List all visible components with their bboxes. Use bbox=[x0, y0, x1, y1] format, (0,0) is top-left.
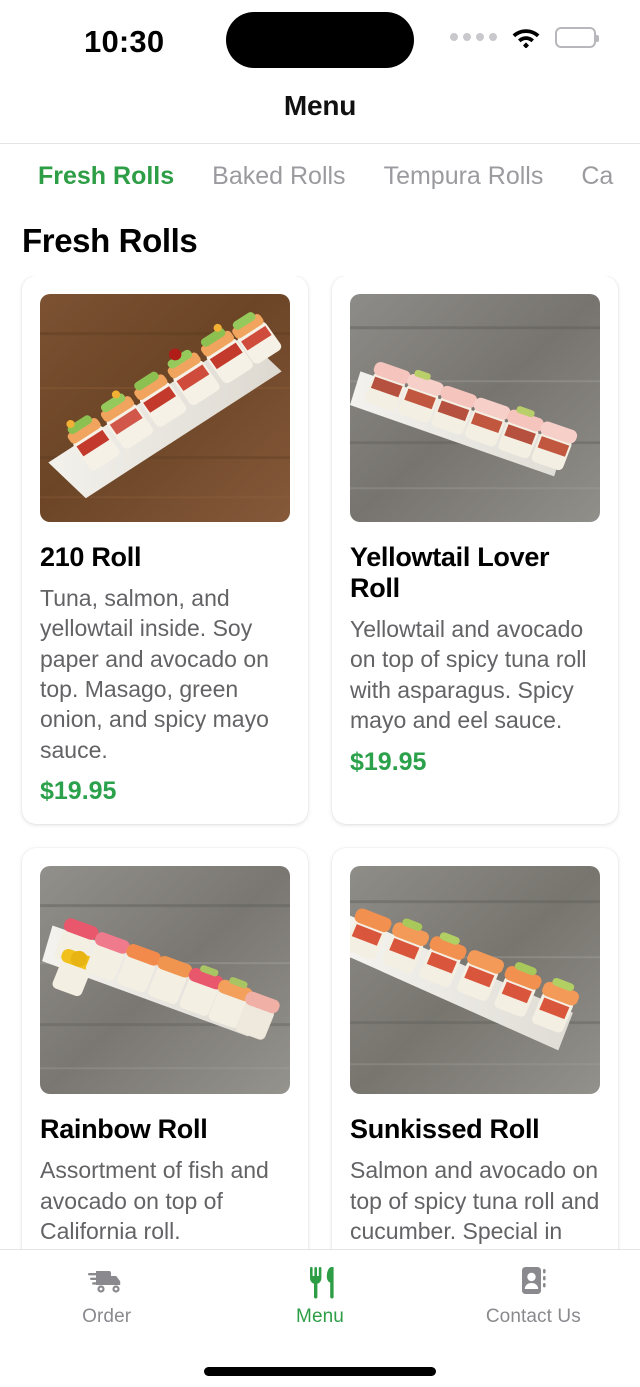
signal-dots-icon bbox=[450, 33, 497, 41]
tab-contact-us[interactable]: Contact Us bbox=[427, 1264, 640, 1328]
category-tab-california-rolls[interactable]: Ca bbox=[581, 162, 613, 191]
contact-card-icon bbox=[522, 1267, 546, 1294]
battery-full-icon bbox=[555, 26, 599, 48]
menu-item-name: 210 Roll bbox=[40, 542, 142, 572]
bottom-tab-bar: Order Menu Contact Us bbox=[0, 1249, 640, 1355]
menu-item-description: Yellowtail and avocado on top of spicy t… bbox=[350, 616, 587, 734]
dynamic-island bbox=[226, 12, 414, 68]
category-tab-strip[interactable]: Fresh Rolls Baked Rolls Tempura Rolls Ca bbox=[0, 144, 640, 208]
wifi-icon bbox=[512, 29, 540, 48]
section-heading: Fresh Rolls bbox=[22, 222, 198, 259]
tab-label-menu: Menu bbox=[296, 1306, 344, 1327]
sushi-roll-on-dark-wood-photo bbox=[40, 294, 290, 522]
menu-scroll-area[interactable]: 210 Roll Tuna, salmon, and yellowtail in… bbox=[0, 276, 640, 1249]
menu-grid: 210 Roll Tuna, salmon, and yellowtail in… bbox=[22, 276, 618, 1249]
rainbow-sushi-on-gray-wood-photo bbox=[40, 866, 290, 1095]
menu-item-description: Salmon and avocado on top of spicy tuna … bbox=[350, 1157, 600, 1249]
category-tab-baked-rolls[interactable]: Baked Rolls bbox=[212, 162, 345, 191]
status-indicators bbox=[450, 26, 599, 48]
status-time: 10:30 bbox=[84, 24, 165, 59]
tab-label-order: Order bbox=[82, 1306, 132, 1327]
delivery-truck-icon bbox=[87, 1271, 120, 1293]
tab-label-contact-us: Contact Us bbox=[485, 1306, 581, 1327]
category-tab-fresh-rolls[interactable]: Fresh Rolls bbox=[38, 162, 174, 191]
menu-item-price: $19.95 bbox=[40, 777, 117, 806]
app-screen: 10:30 Menu Fresh Rolls Baked Rolls Tempu… bbox=[0, 0, 640, 1387]
menu-item-name: Rainbow Roll bbox=[40, 1114, 208, 1145]
tab-order[interactable]: Order bbox=[0, 1264, 213, 1328]
menu-item-price: $19.95 bbox=[350, 747, 427, 776]
menu-item-card[interactable]: Yellowtail Lover Roll Yellowtail and avo… bbox=[332, 276, 618, 825]
menu-item-card[interactable]: 210 Roll Tuna, salmon, and yellowtail in… bbox=[22, 276, 308, 825]
fork-knife-icon bbox=[309, 1267, 334, 1299]
salmon-avocado-sushi-on-gray-wood-photo bbox=[350, 866, 600, 1095]
tab-menu[interactable]: Menu bbox=[213, 1264, 426, 1328]
yellowtail-sushi-on-gray-wood-photo bbox=[350, 294, 600, 522]
home-indicator[interactable] bbox=[204, 1366, 436, 1376]
home-indicator-area bbox=[0, 1355, 640, 1387]
menu-item-card[interactable]: Rainbow Roll Assortment of fish and avoc… bbox=[22, 848, 308, 1249]
category-tab-tempura-rolls[interactable]: Tempura Rolls bbox=[384, 162, 544, 191]
page-title: Menu bbox=[283, 90, 357, 121]
menu-item-name: Yellowtail Lover Roll bbox=[350, 542, 550, 604]
status-bar: 10:30 bbox=[0, 0, 640, 88]
menu-item-card[interactable]: Sunkissed Roll Salmon and avocado on top… bbox=[332, 848, 618, 1249]
navigation-bar: Menu bbox=[0, 88, 640, 144]
menu-item-description: Assortment of fish and avocado on top of… bbox=[40, 1157, 269, 1244]
menu-item-name: Sunkissed Roll bbox=[350, 1114, 540, 1145]
menu-item-description: Tuna, salmon, and yellowtail inside. Soy… bbox=[40, 585, 269, 763]
